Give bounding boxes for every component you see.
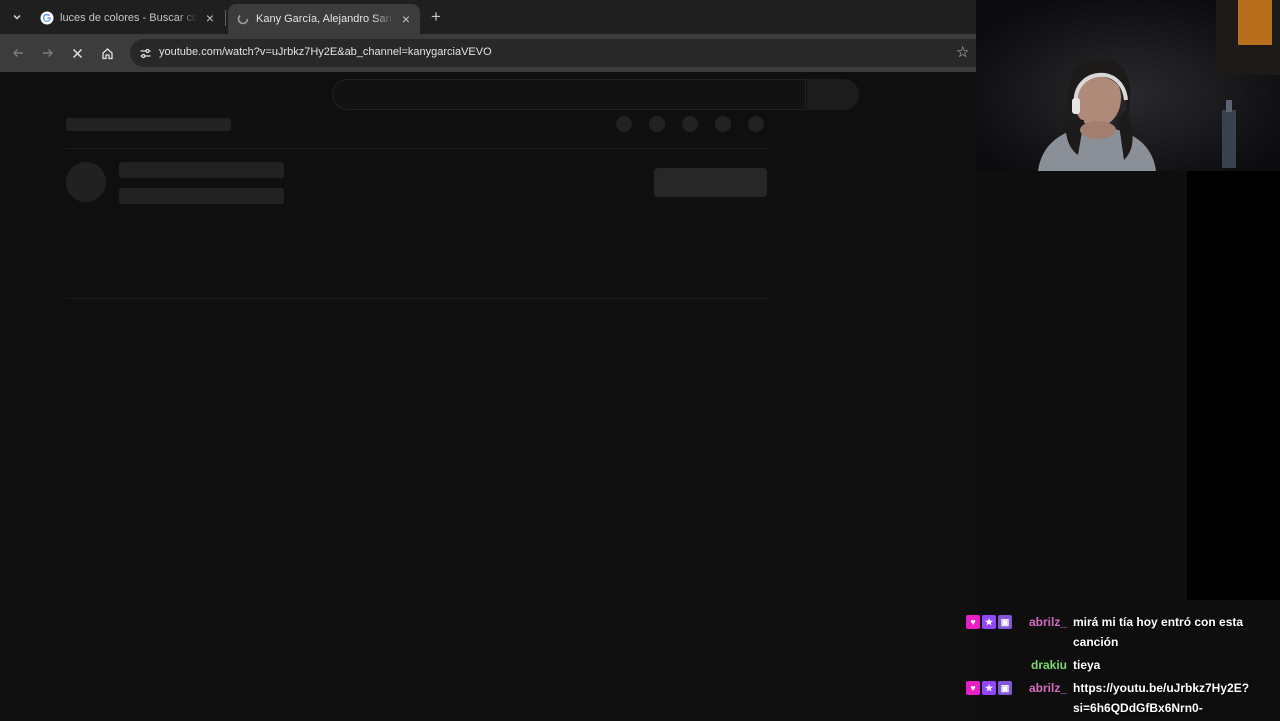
home-icon[interactable] [96,42,118,64]
chat-username: abrilz_ [1028,681,1067,695]
chat-username: drakiu [1030,658,1067,672]
google-icon [40,11,54,25]
site-settings-icon[interactable] [136,44,154,62]
tab-strip: luces de colores - Buscar con Google × K… [0,0,976,34]
action-skeleton-dot [748,116,764,132]
heart-badge-icon: ♥ [966,681,980,695]
star-badge-icon: ★ [982,615,996,629]
tab-youtube-video[interactable]: Kany García, Alejandro Sanz - Muéstrame … [228,4,420,34]
user-badges: ♥ ★ ▣ [966,678,1020,718]
subscriber-count-skeleton [119,188,284,204]
subscriber-badge-icon: ▣ [998,681,1012,695]
forward-arrow-icon[interactable] [37,42,59,64]
heart-badge-icon: ♥ [966,615,980,629]
close-tab-icon[interactable]: × [202,10,218,26]
close-tab-icon[interactable]: × [398,11,414,27]
chat-message: ♥ ★ ▣ abrilz_ mirá mi tía hoy entró con … [966,612,1276,652]
youtube-search-button-placeholder[interactable] [807,79,859,110]
back-arrow-icon[interactable] [7,42,29,64]
tab-google-search[interactable]: luces de colores - Buscar con Google × [32,4,224,32]
tab-separator [225,10,226,26]
loading-icon [236,12,250,26]
tab-title: Kany García, Alejandro Sanz - Muéstrame [256,13,394,25]
user-badges [966,655,1020,675]
star-badge-icon: ★ [982,681,996,695]
tab-search-chevron-icon[interactable] [6,6,28,28]
channel-name-skeleton [119,162,284,178]
browser-toolbar: youtube.com/watch?v=uJrbkz7Hy2E&ab_chann… [0,34,978,72]
action-skeleton-dot [682,116,698,132]
address-bar[interactable]: youtube.com/watch?v=uJrbkz7Hy2E&ab_chann… [130,39,978,67]
chat-message: drakiu tieya [966,655,1276,675]
new-tab-plus-icon[interactable]: + [426,7,446,27]
stop-loading-icon[interactable] [66,42,88,64]
divider [66,298,770,299]
action-skeleton-dot [616,116,632,132]
bookmark-star-icon[interactable]: ☆ [956,43,969,61]
youtube-search-input-placeholder[interactable] [332,79,806,110]
user-badges: ♥ ★ ▣ [966,612,1020,652]
chat-message-text: https://youtu.be/uJrbkz7Hy2E?si=6h6QDdGf… [1073,681,1250,715]
webcam-feed [976,0,1280,171]
action-skeleton-dot [715,116,731,132]
subscribe-button-skeleton [654,168,767,197]
subscriber-badge-icon: ▣ [998,615,1012,629]
video-title-skeleton [66,118,231,131]
tab-title: luces de colores - Buscar con Google [60,12,198,24]
chat-username: abrilz_ [1028,615,1067,629]
chat-message-text: tieya [1073,658,1101,672]
chat-overlay: ♥ ★ ▣ abrilz_ mirá mi tía hoy entró con … [966,612,1276,721]
channel-avatar-skeleton [66,162,106,202]
url-text: youtube.com/watch?v=uJrbkz7Hy2E&ab_chann… [159,46,492,58]
chat-message: ♥ ★ ▣ abrilz_ https://youtu.be/uJrbkz7Hy… [966,678,1276,718]
divider [66,148,770,149]
black-overlay-strip [1187,170,1280,600]
chat-message-text: mirá mi tía hoy entró con esta canción [1073,615,1244,649]
action-skeleton-dot [649,116,665,132]
